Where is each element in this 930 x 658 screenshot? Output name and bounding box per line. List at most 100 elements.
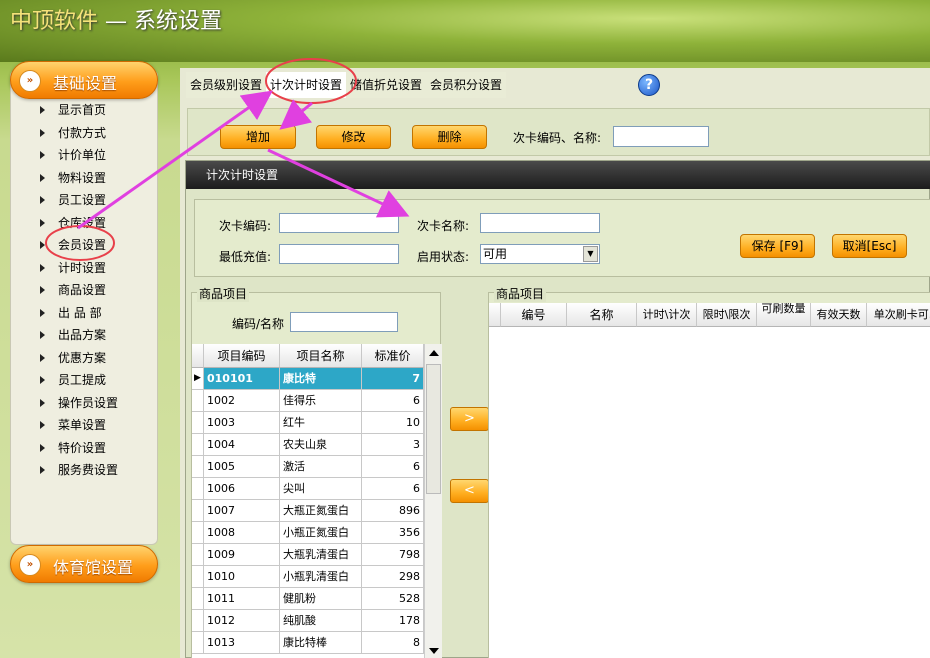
edit-button[interactable]: 修改 [316, 125, 391, 149]
column-header[interactable]: 标准价 [362, 344, 424, 368]
triangle-right-icon [40, 376, 45, 384]
dialog-title: 计次计时设置 [186, 161, 930, 189]
sidebar-item-label: 物料设置 [58, 170, 107, 185]
cell-name: 尖叫 [280, 478, 362, 500]
sidebar-item[interactable]: 出 品 部 [30, 303, 150, 326]
status-select[interactable]: 可用 ▼ [480, 244, 600, 264]
sidebar-item[interactable]: 显示首页 [30, 100, 150, 123]
sidebar-item[interactable]: 物料设置 [30, 168, 150, 191]
column-header[interactable]: 项目名称 [280, 344, 362, 368]
sidebar-item[interactable]: 优惠方案 [30, 348, 150, 371]
sidebar-item[interactable]: 员工提成 [30, 370, 150, 393]
table-row[interactable]: 1010 小瓶乳清蛋白 298 [192, 566, 424, 588]
table-row[interactable]: 1011 健肌粉 528 [192, 588, 424, 610]
cell-price: 8 [362, 632, 424, 654]
row-indicator [192, 610, 204, 632]
cell-price: 798 [362, 544, 424, 566]
move-left-button[interactable]: < [450, 479, 489, 503]
scroll-up-icon[interactable] [429, 350, 439, 356]
search-label: 次卡编码、名称: [513, 131, 602, 145]
sidebar-item[interactable]: 菜单设置 [30, 415, 150, 438]
cell-name: 康比特 [280, 368, 362, 390]
save-button[interactable]: 保存 [F9] [740, 234, 815, 258]
table-row[interactable]: 1012 纯肌酸 178 [192, 610, 424, 632]
card-code-label: 次卡编码: [219, 219, 272, 233]
cell-code: 1006 [204, 478, 280, 500]
column-header[interactable]: 编号 [501, 303, 567, 327]
triangle-right-icon [40, 218, 45, 227]
sidebar-item-label: 操作员设置 [58, 395, 119, 410]
group-title: 商品项目 [197, 285, 250, 302]
column-header[interactable]: 名称 [567, 303, 637, 327]
tab-member-level[interactable]: 会员级别设置 [186, 72, 266, 98]
sidebar-item[interactable]: 付款方式 [30, 123, 150, 146]
table-row[interactable]: 1007 大瓶正氮蛋白 896 [192, 500, 424, 522]
tab-bar: 会员级别设置 计次计时设置 储值折兑设置 会员积分设置 [186, 72, 507, 98]
delete-button[interactable]: 删除 [412, 125, 487, 149]
column-header[interactable]: 计时\计次 [637, 303, 697, 327]
triangle-right-icon [40, 128, 45, 137]
cancel-button[interactable]: 取消[Esc] [832, 234, 907, 258]
sidebar-item-label: 优惠方案 [58, 350, 107, 365]
cell-code: 1008 [204, 522, 280, 544]
card-name-input[interactable] [480, 213, 600, 233]
add-button[interactable]: 增加 [220, 125, 296, 149]
table-row[interactable]: 1006 尖叫 6 [192, 478, 424, 500]
table-row[interactable]: 1009 大瓶乳清蛋白 798 [192, 544, 424, 566]
sidebar-item-label: 员工提成 [58, 373, 107, 387]
sidebar-header-basic-settings[interactable]: » 基础设置 [10, 61, 158, 99]
sidebar-item[interactable]: 出品方案 [30, 325, 150, 348]
vertical-scrollbar[interactable] [424, 344, 442, 658]
card-code-input[interactable] [279, 213, 399, 233]
tab-count-time[interactable]: 计次计时设置 [266, 72, 347, 98]
help-icon[interactable]: ? [638, 74, 660, 96]
tab-stored-value[interactable]: 储值折兑设置 [346, 72, 426, 98]
cell-name: 农夫山泉 [280, 434, 362, 456]
table-row[interactable]: 1003 红牛 10 [192, 412, 424, 434]
table-row[interactable]: 1008 小瓶正氮蛋白 356 [192, 522, 424, 544]
cell-price: 356 [362, 522, 424, 544]
sidebar-item[interactable]: 计时设置 [30, 258, 150, 281]
dropdown-arrow-icon[interactable]: ▼ [583, 246, 598, 262]
sidebar-item-label: 服务费设置 [58, 463, 119, 477]
table-row[interactable]: 1004 农夫山泉 3 [192, 434, 424, 456]
sidebar-item[interactable]: 特价设置 [30, 438, 150, 461]
product-filter-input[interactable] [290, 312, 398, 332]
sidebar-menu: 显示首页 付款方式 计价单位物料设置员工设置仓库设置 会员设置 计时设置 商品设置出 品 … [30, 100, 150, 483]
sidebar-item[interactable]: 会员设置 [30, 235, 150, 258]
move-right-button[interactable]: > [450, 407, 489, 431]
sidebar-item[interactable]: 员工设置 [30, 190, 150, 213]
sidebar-item[interactable]: 商品设置 [30, 280, 150, 303]
row-selector-header [192, 344, 204, 368]
triangle-right-icon [40, 398, 45, 407]
sidebar-item[interactable]: 服务费设置 [30, 460, 150, 483]
column-header[interactable]: 限时\限次 [697, 303, 757, 327]
triangle-right-icon [40, 286, 45, 294]
row-indicator [192, 412, 204, 434]
sidebar-header-gym-settings[interactable]: » 体育馆设置 [10, 545, 158, 583]
column-header[interactable]: 可刷数量 [757, 303, 811, 327]
tab-member-points[interactable]: 会员积分设置 [426, 72, 506, 98]
table-row[interactable]: ▶ 010101 康比特 7 [192, 368, 424, 390]
table-row[interactable]: 1013 康比特棒 8 [192, 632, 424, 654]
column-header[interactable]: 项目编码 [204, 344, 280, 368]
table-row[interactable]: 1002 佳得乐 6 [192, 390, 424, 412]
search-input[interactable] [613, 126, 709, 147]
row-indicator [192, 456, 204, 478]
column-header[interactable]: 单次刷卡可... [867, 303, 930, 327]
triangle-right-icon [40, 308, 45, 317]
cell-code: 010101 [204, 368, 280, 390]
scroll-thumb[interactable] [426, 364, 441, 494]
sidebar-item[interactable]: 操作员设置 [30, 393, 150, 416]
scroll-down-icon[interactable] [429, 648, 439, 654]
table-row[interactable]: 1005 激活 6 [192, 456, 424, 478]
min-charge-input[interactable] [279, 244, 399, 264]
sidebar-item[interactable]: 计价单位 [30, 145, 150, 168]
selected-products-grid: 编号 名称 计时\计次 限时\限次 可刷数量 有效天数 单次刷卡可... [489, 303, 930, 658]
row-indicator [192, 566, 204, 588]
sidebar-item[interactable]: 仓库设置 [30, 213, 150, 236]
column-header[interactable]: 有效天数 [811, 303, 867, 327]
cell-code: 1007 [204, 500, 280, 522]
cell-name: 健肌粉 [280, 588, 362, 610]
sidebar-item-label: 员工设置 [58, 193, 107, 207]
